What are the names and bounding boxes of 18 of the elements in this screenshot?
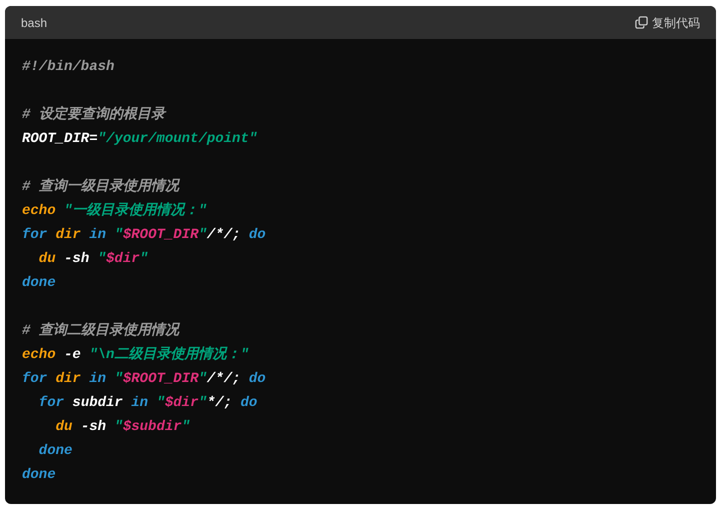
language-label: bash [21, 14, 48, 32]
code-line: ROOT_DIR="/your/mount/point" [22, 130, 258, 149]
code-line: done [22, 274, 56, 293]
code-line: for subdir in "$dir"*/; do [38, 394, 258, 413]
copy-code-button[interactable]: 复制代码 [635, 14, 700, 32]
code-line: echo "一级目录使用情况：" [22, 201, 207, 221]
copy-icon [635, 16, 648, 29]
code-line: for dir in "$ROOT_DIR"/*/; do [22, 226, 266, 245]
code-line: done [22, 466, 56, 485]
code-line: #!/bin/bash [22, 58, 114, 77]
code-line: done [38, 442, 72, 461]
code-line: du -sh "$dir" [38, 250, 148, 269]
code-line: du -sh "$subdir" [54, 418, 190, 437]
code-line: # 查询二级目录使用情况 [22, 321, 179, 341]
code-line: echo -e "\n二级目录使用情况：" [22, 345, 249, 365]
code-line: # 设定要查询的根目录 [22, 104, 165, 125]
code-line: for dir in "$ROOT_DIR"/*/; do [22, 370, 266, 389]
code-line: # 查询一级目录使用情况 [22, 177, 179, 197]
